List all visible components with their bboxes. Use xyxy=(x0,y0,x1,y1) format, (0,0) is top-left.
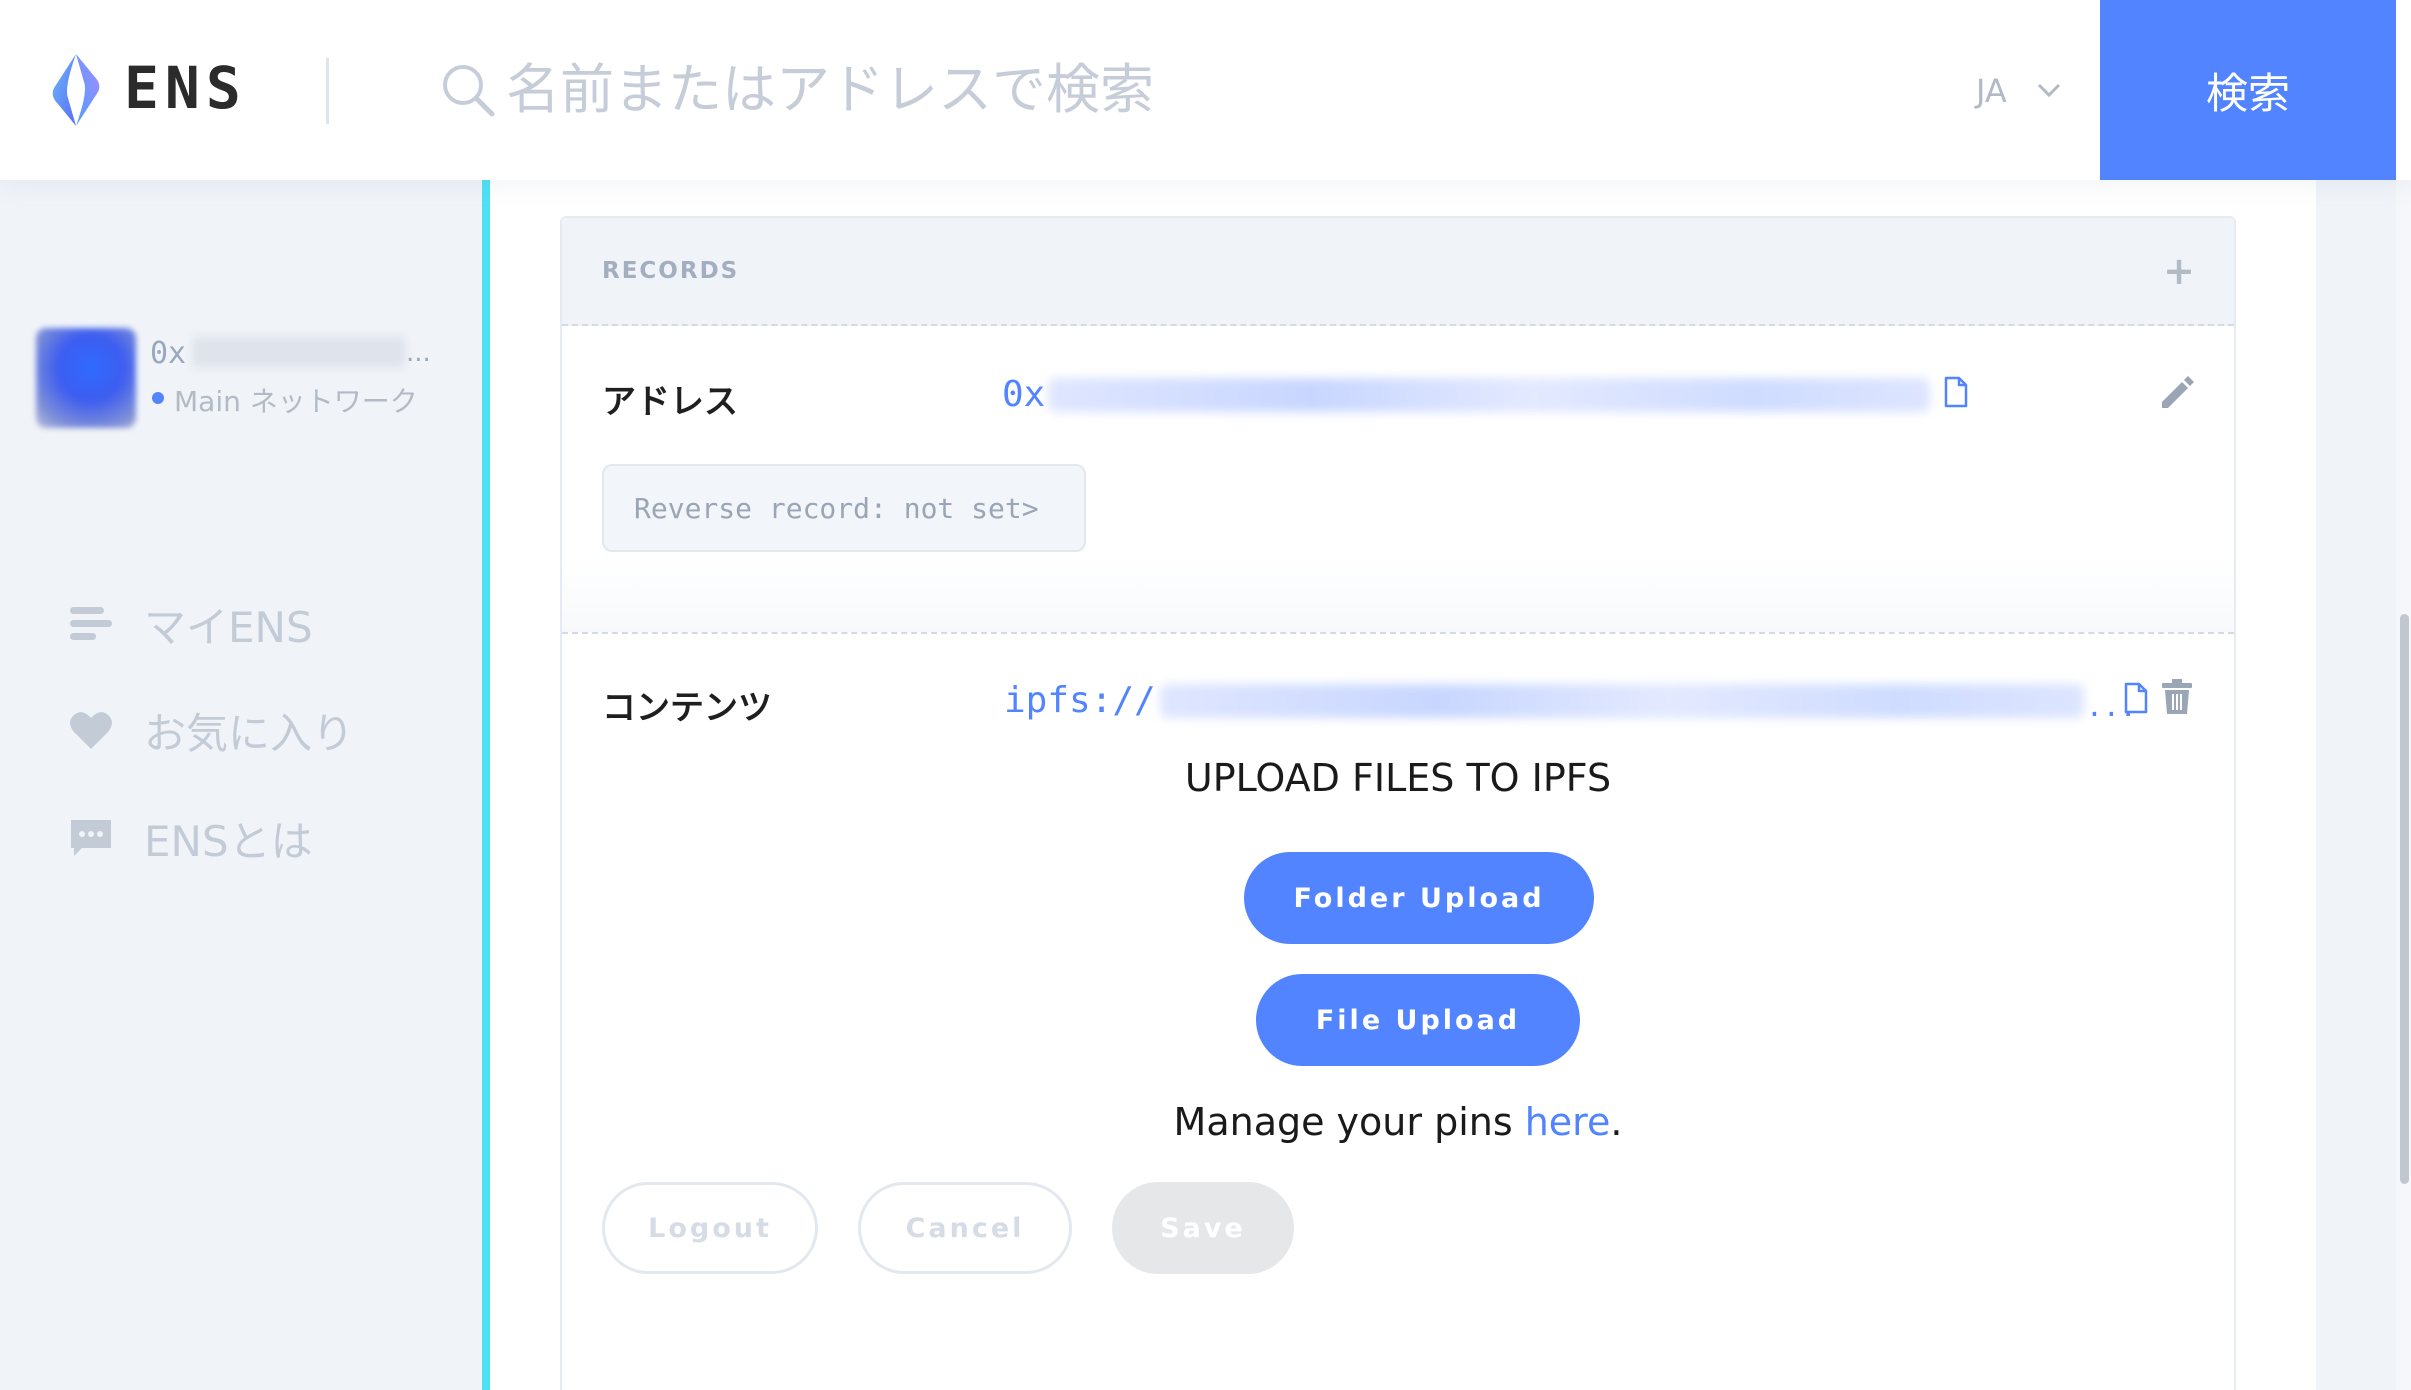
content-record-value-prefix[interactable]: ipfs:// xyxy=(1004,680,1156,721)
manage-pins-text: Manage your pins here. xyxy=(562,1100,2234,1144)
scrollbar-thumb[interactable] xyxy=(2400,614,2409,1184)
search-input[interactable] xyxy=(506,44,1906,134)
cancel-button[interactable]: Cancel xyxy=(858,1182,1072,1274)
address-record-label: アドレス xyxy=(602,382,738,422)
content-record-value-redacted xyxy=(1160,684,2084,718)
sidebar-item-favorites[interactable]: お気に入り xyxy=(68,700,354,760)
reverse-record-button[interactable]: Reverse record: not set> xyxy=(602,464,1086,552)
save-button[interactable]: Save xyxy=(1112,1182,1294,1274)
list-icon xyxy=(70,607,112,640)
manage-pins-prefix: Manage your pins xyxy=(1173,1100,1525,1144)
account-address-ellipsis: ... xyxy=(406,338,431,368)
language-selector[interactable]: JA xyxy=(1976,72,2007,110)
ens-logo-icon[interactable] xyxy=(38,52,114,128)
sidebar-item-about-ens[interactable]: ENSとは xyxy=(68,808,313,868)
upload-files-title: UPLOAD FILES TO IPFS xyxy=(1184,756,1612,800)
top-header: ENS JA 検索 xyxy=(0,0,2411,180)
sidebar-item-label: お気に入り xyxy=(144,708,355,758)
heart-icon xyxy=(70,712,112,749)
manage-pins-suffix: . xyxy=(1610,1100,1623,1144)
sidebar-accent-border xyxy=(482,180,490,1390)
records-header xyxy=(562,218,2234,326)
content-record-label: コンテンツ xyxy=(602,688,772,728)
account-address-prefix[interactable]: 0x xyxy=(150,336,186,371)
right-gutter xyxy=(2316,180,2396,1390)
copy-document-icon[interactable] xyxy=(1944,376,1968,408)
account-address-redacted xyxy=(192,336,406,368)
sidebar-item-label: ENSとは xyxy=(144,816,313,866)
trash-icon[interactable] xyxy=(2160,678,2194,716)
logout-button[interactable]: Logout xyxy=(602,1182,818,1274)
edit-pencil-icon[interactable] xyxy=(2158,374,2196,412)
sidebar-item-label: マイENS xyxy=(144,602,313,652)
address-record-value-prefix[interactable]: 0x xyxy=(1002,374,1045,415)
network-status-dot xyxy=(152,392,164,404)
add-record-button[interactable]: + xyxy=(2162,252,2196,290)
records-title: RECORDS xyxy=(602,258,740,284)
logo-text[interactable]: ENS xyxy=(124,54,247,122)
chat-bubble-icon xyxy=(71,820,111,856)
network-label: Main ネットワーク xyxy=(174,385,418,418)
file-upload-button[interactable]: File Upload xyxy=(1256,974,1580,1066)
manage-pins-link[interactable]: here xyxy=(1525,1100,1611,1144)
sidebar-item-my-ens[interactable]: マイENS xyxy=(68,594,313,654)
address-record-value-redacted xyxy=(1048,378,1930,412)
search-button[interactable]: 検索 xyxy=(2100,0,2396,180)
header-divider xyxy=(326,58,329,124)
row-divider xyxy=(562,632,2234,634)
search-icon xyxy=(443,65,495,117)
avatar[interactable] xyxy=(36,328,136,428)
chevron-down-icon[interactable] xyxy=(2036,80,2062,100)
copy-document-icon[interactable] xyxy=(2124,682,2148,714)
folder-upload-button[interactable]: Folder Upload xyxy=(1244,852,1594,944)
